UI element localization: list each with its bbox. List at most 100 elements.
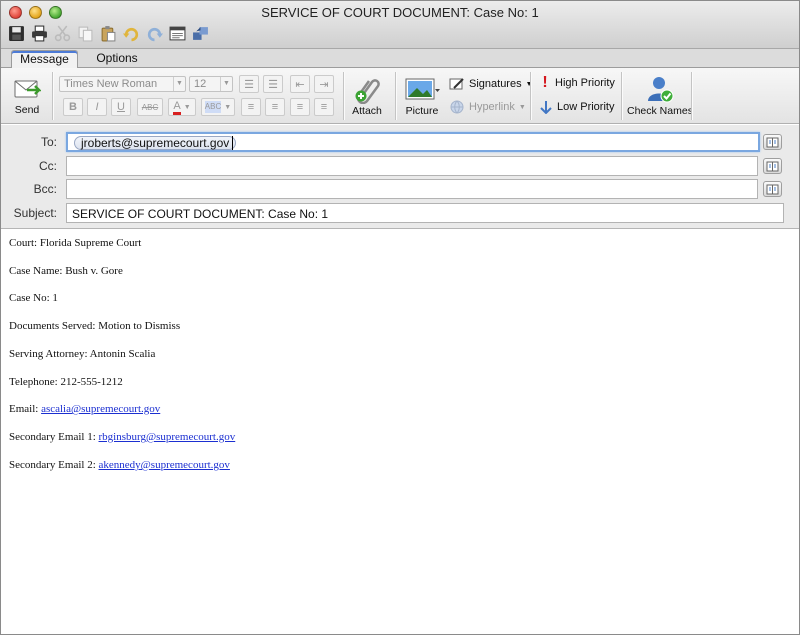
message-body[interactable]: Court: Florida Supreme Court Case Name: …	[1, 230, 799, 634]
font-name-select[interactable]: Times New Roman ▼	[59, 76, 186, 92]
title-bar: SERVICE OF COURT DOCUMENT: Case No: 1	[1, 1, 799, 49]
save-icon[interactable]	[8, 25, 25, 42]
recipient-token[interactable]: jroberts@supremecourt.gov	[74, 136, 237, 150]
underline-icon: U	[117, 101, 125, 113]
bullets-button[interactable]: ☰	[239, 75, 259, 93]
italic-icon: I	[95, 101, 99, 113]
body-line-court: Court: Florida Supreme Court	[9, 237, 142, 249]
to-field[interactable]: jroberts@supremecourt.gov	[66, 132, 760, 152]
picture-button[interactable]: Picture	[402, 73, 442, 117]
secondary-email-2-label: Secondary Email 2:	[9, 459, 99, 471]
decrease-indent-button[interactable]: ⇤	[290, 75, 310, 93]
bcc-row: Bcc:	[1, 179, 799, 199]
align-left-icon: ≡	[247, 101, 255, 113]
bcc-field[interactable]	[66, 179, 758, 199]
secondary-email-1-label: Secondary Email 1:	[9, 431, 99, 443]
hyperlink-label: Hyperlink	[469, 101, 515, 113]
tab-options[interactable]: Options	[86, 50, 148, 68]
ribbon-tabs: Message Options	[1, 49, 799, 68]
check-names-label: Check Names	[627, 105, 693, 117]
tab-message[interactable]: Message	[11, 50, 78, 68]
body-line-secondary-email-1: Secondary Email 1: rbginsburg@supremecou…	[9, 431, 235, 443]
align-center-button[interactable]: ≡	[265, 98, 285, 116]
chevron-down-icon: ▼	[224, 103, 232, 111]
globe-icon	[450, 100, 464, 114]
quick-toolbar	[8, 25, 209, 42]
window-icon[interactable]	[169, 25, 186, 42]
subject-row: Subject: SERVICE OF COURT DOCUMENT: Case…	[1, 203, 799, 223]
address-book-button[interactable]	[763, 181, 782, 197]
increase-indent-button[interactable]: ⇥	[314, 75, 334, 93]
paperclip-icon	[351, 73, 383, 105]
chevron-down-icon: ▼	[173, 77, 185, 91]
address-book-icon	[766, 161, 779, 171]
decrease-indent-icon: ⇤	[295, 78, 305, 91]
bold-button[interactable]: B	[63, 98, 83, 116]
body-line-case-no: Case No: 1	[9, 292, 58, 304]
numbering-icon: ☰	[268, 78, 278, 91]
email-link[interactable]: ascalia@supremecourt.gov	[41, 403, 160, 415]
print-icon[interactable]	[31, 25, 48, 42]
attach-label: Attach	[352, 105, 382, 117]
underline-button[interactable]: U	[111, 98, 131, 116]
arrow-down-icon	[540, 101, 552, 114]
secondary-email-2-link[interactable]: akennedy@supremecourt.gov	[99, 459, 230, 471]
secondary-email-1-link[interactable]: rbginsburg@supremecourt.gov	[99, 431, 236, 443]
strikethrough-icon: ABC	[141, 102, 159, 112]
address-book-button[interactable]	[763, 158, 782, 174]
bcc-label: Bcc:	[33, 182, 57, 196]
highlight-button[interactable]: ABC ▼	[201, 98, 235, 116]
paste-icon[interactable]	[100, 25, 117, 42]
subject-field[interactable]: SERVICE OF COURT DOCUMENT: Case No: 1	[66, 203, 784, 223]
font-size-select[interactable]: 12 ▼	[189, 76, 233, 92]
ribbon-separator	[395, 72, 396, 120]
low-priority-button[interactable]: Low Priority	[539, 100, 614, 114]
cc-row: Cc:	[1, 156, 799, 176]
check-names-button[interactable]: Check Names	[627, 73, 693, 117]
bold-icon: B	[69, 101, 77, 113]
cc-field[interactable]	[66, 156, 758, 176]
copy-icon[interactable]	[77, 25, 94, 42]
increase-indent-icon: ⇥	[319, 78, 329, 91]
strikethrough-button[interactable]: ABC	[137, 98, 163, 116]
high-priority-button[interactable]: ! High Priority	[539, 75, 615, 91]
body-line-case-name: Case Name: Bush v. Gore	[9, 265, 123, 277]
justify-button[interactable]: ≡	[314, 98, 334, 116]
address-book-icon	[766, 137, 779, 147]
redo-icon[interactable]	[146, 25, 163, 42]
body-line-attorney: Serving Attorney: Antonin Scalia	[9, 348, 156, 360]
message-header: To: jroberts@supremecourt.gov Cc: Bcc: S…	[1, 125, 799, 229]
subject-value: SERVICE OF COURT DOCUMENT: Case No: 1	[72, 207, 329, 221]
send-icon	[11, 74, 43, 104]
ribbon: Send Times New Roman ▼ 12 ▼ ☰ ☰ ⇤ ⇥ B I U …	[1, 68, 799, 124]
bullets-icon: ☰	[244, 78, 254, 91]
low-priority-label: Low Priority	[557, 101, 615, 113]
window-title: SERVICE OF COURT DOCUMENT: Case No: 1	[261, 5, 539, 20]
undo-icon[interactable]	[123, 25, 140, 42]
italic-button[interactable]: I	[87, 98, 107, 116]
attach-button[interactable]: Attach	[351, 73, 383, 117]
signature-icon	[449, 78, 464, 90]
check-names-icon	[644, 73, 676, 105]
body-line-email: Email: ascalia@supremecourt.gov	[9, 403, 160, 415]
send-button[interactable]: Send	[11, 74, 43, 116]
ribbon-separator	[621, 72, 622, 120]
cut-icon[interactable]	[54, 25, 71, 42]
subject-label: Subject:	[13, 206, 57, 220]
to-row: To: jroberts@supremecourt.gov	[1, 132, 799, 152]
font-color-button[interactable]: A ▼	[168, 98, 196, 116]
align-right-icon: ≡	[296, 101, 304, 113]
font-name-value: Times New Roman	[64, 78, 158, 90]
hyperlink-button[interactable]: Hyperlink ▼	[449, 100, 526, 114]
address-book-button[interactable]	[763, 134, 782, 150]
chevron-down-icon: ▼	[518, 103, 526, 111]
align-right-button[interactable]: ≡	[290, 98, 310, 116]
signatures-button[interactable]: Signatures ▼	[449, 77, 533, 91]
text-cursor	[232, 136, 233, 150]
numbering-button[interactable]: ☰	[263, 75, 283, 93]
send-receive-icon[interactable]	[192, 25, 209, 42]
ribbon-separator	[530, 72, 531, 120]
send-label: Send	[14, 104, 40, 116]
align-left-button[interactable]: ≡	[241, 98, 261, 116]
body-line-secondary-email-2: Secondary Email 2: akennedy@supremecourt…	[9, 459, 230, 471]
